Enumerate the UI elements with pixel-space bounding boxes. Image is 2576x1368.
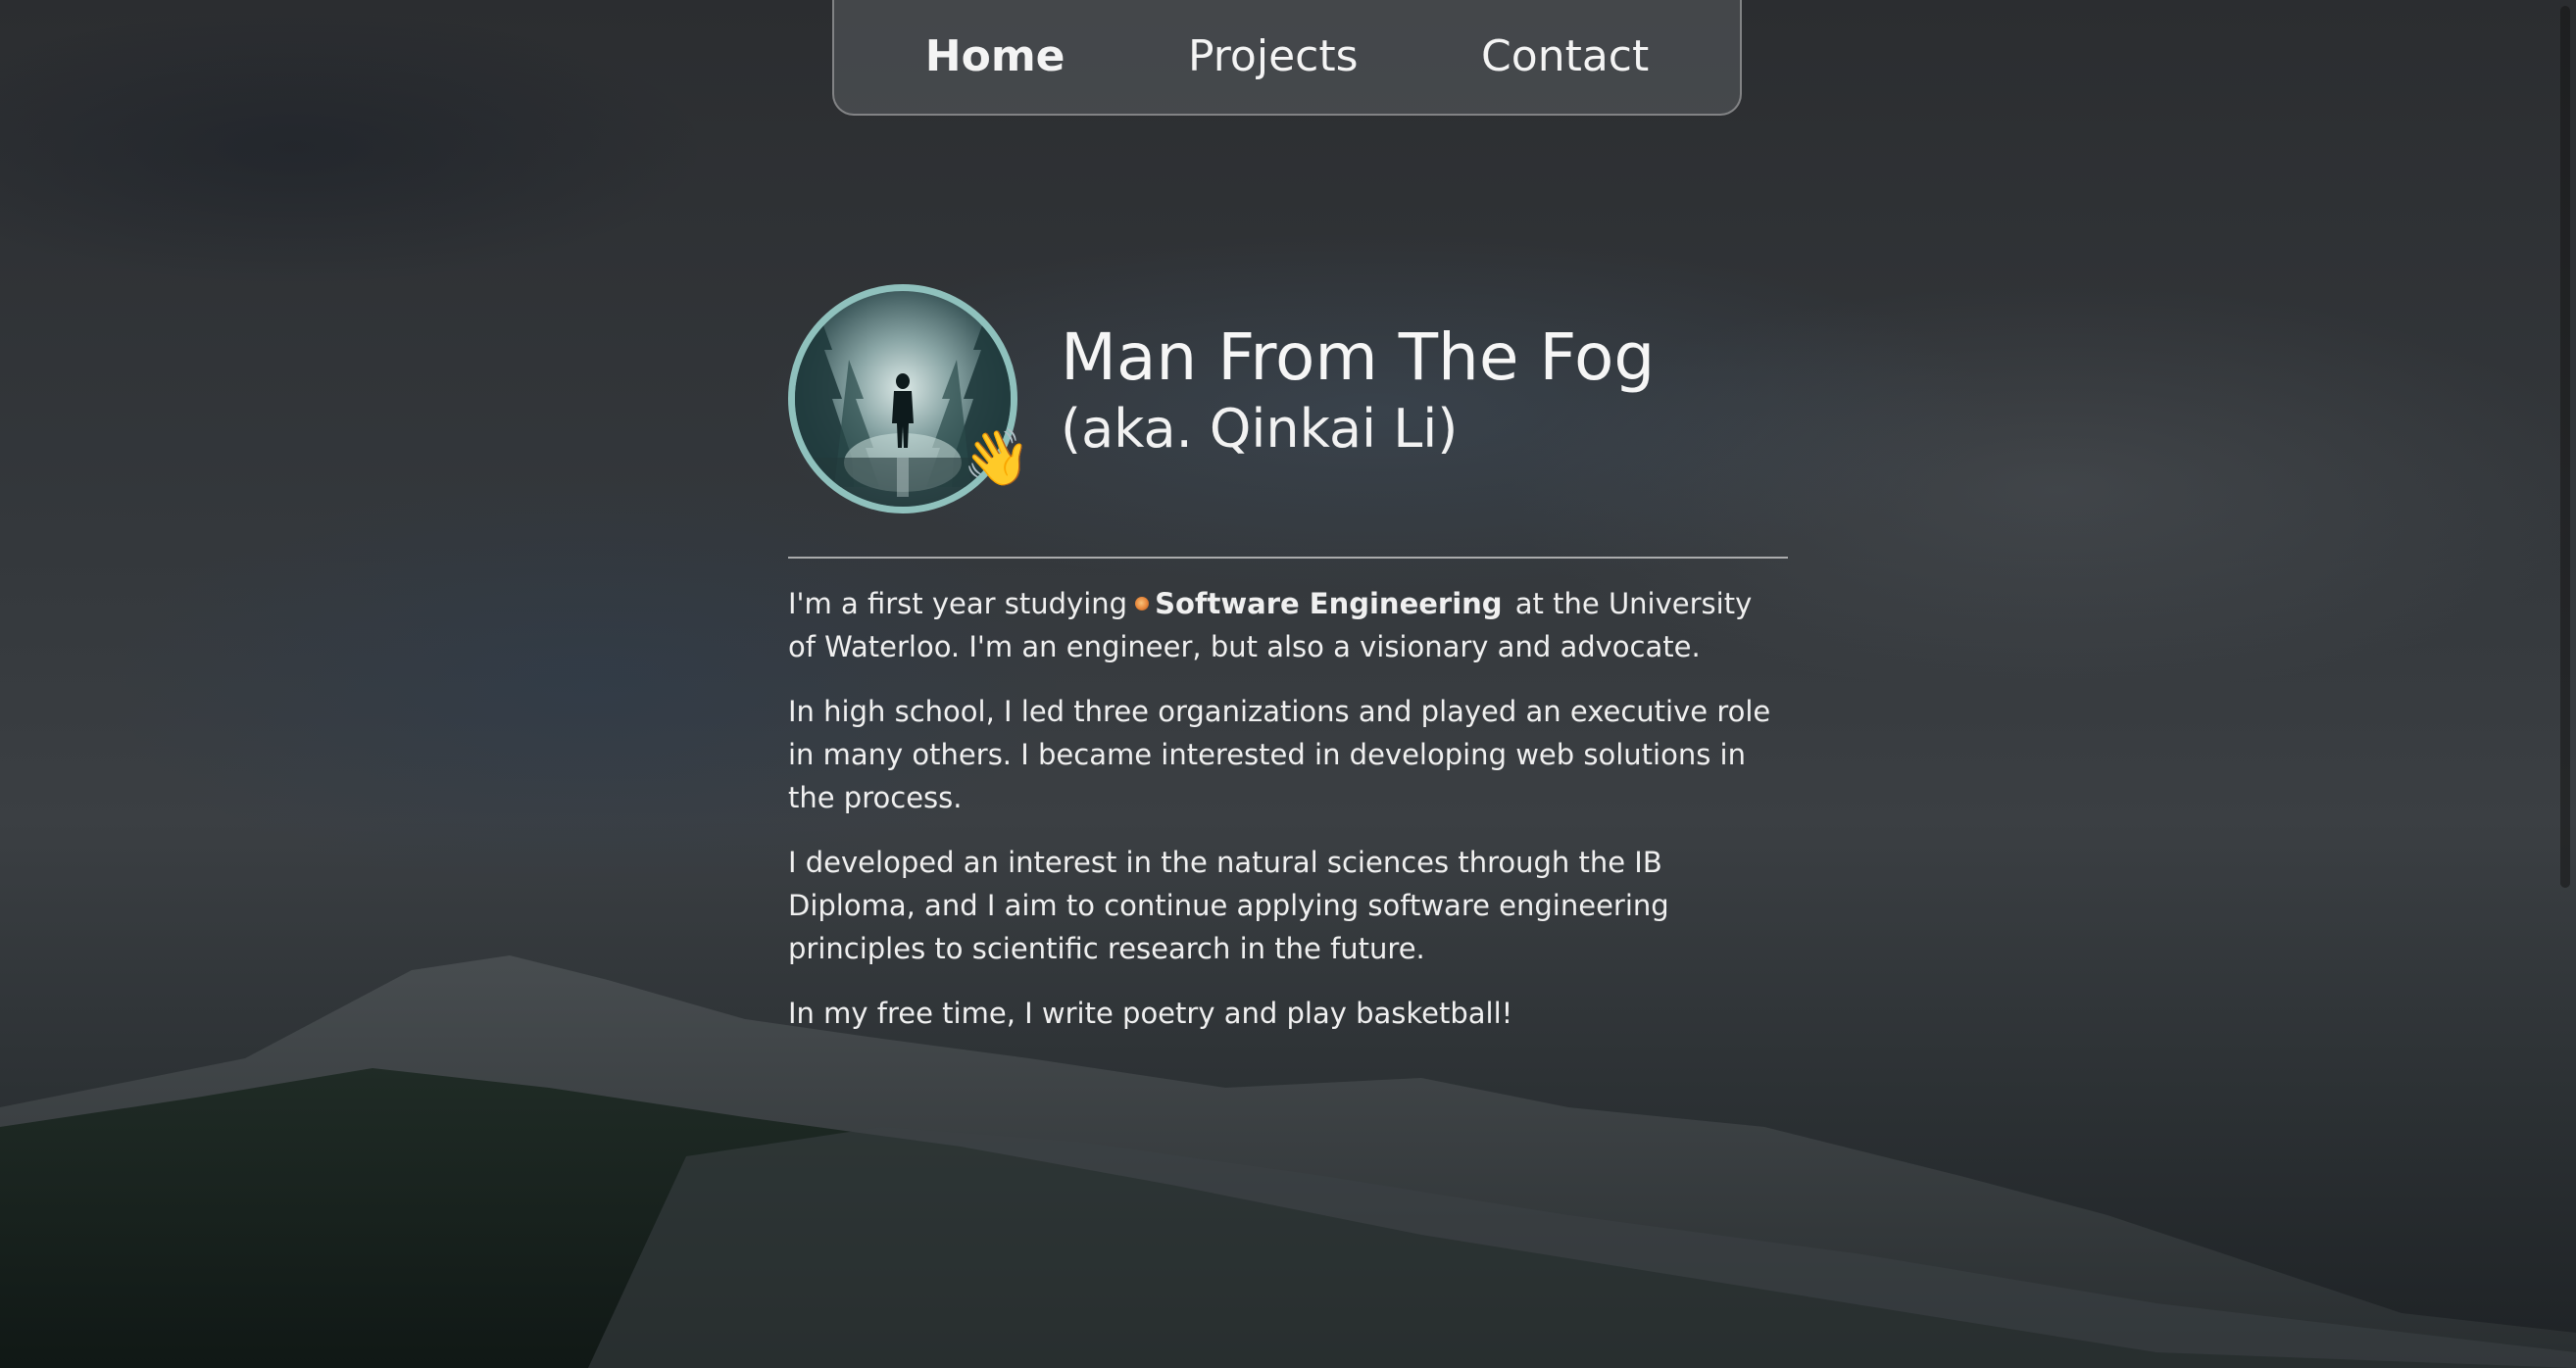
profile-header: 👋 Man From The Fog (aka. Qinkai Li) xyxy=(788,284,1788,513)
major-highlight: Software Engineering xyxy=(1155,587,1503,620)
bio-paragraph-4: In my free time, I write poetry and play… xyxy=(788,997,1513,1030)
profile-aka: (aka. Qinkai Li) xyxy=(1061,397,1459,460)
bio-section: I'm a first year studying Software Engine… xyxy=(788,582,1788,1035)
orange-dot-icon xyxy=(1135,597,1150,611)
nav-link-home[interactable]: Home xyxy=(916,25,1075,87)
nav-link-projects[interactable]: Projects xyxy=(1178,25,1367,87)
waving-hand-icon: 👋 xyxy=(963,426,1031,490)
bio-paragraph-3: I developed an interest in the natural s… xyxy=(788,846,1669,965)
main-content: 👋 Man From The Fog (aka. Qinkai Li) I'm … xyxy=(788,284,1788,1056)
bio-p1-before: I'm a first year studying xyxy=(788,587,1128,620)
profile-name: Man From The Fog xyxy=(1061,318,1656,395)
bio-paragraph-1: I'm a first year studying Software Engine… xyxy=(788,582,1788,668)
top-navigation: Home Projects Contact xyxy=(832,0,1742,116)
page-scrollbar[interactable] xyxy=(2560,6,2570,888)
profile-titles: Man From The Fog (aka. Qinkai Li) xyxy=(1061,318,1655,463)
header-divider xyxy=(788,557,1788,559)
nav-link-contact[interactable]: Contact xyxy=(1471,25,1659,87)
avatar-container: 👋 xyxy=(788,284,1031,513)
bio-paragraph-2: In high school, I led three organization… xyxy=(788,695,1771,814)
